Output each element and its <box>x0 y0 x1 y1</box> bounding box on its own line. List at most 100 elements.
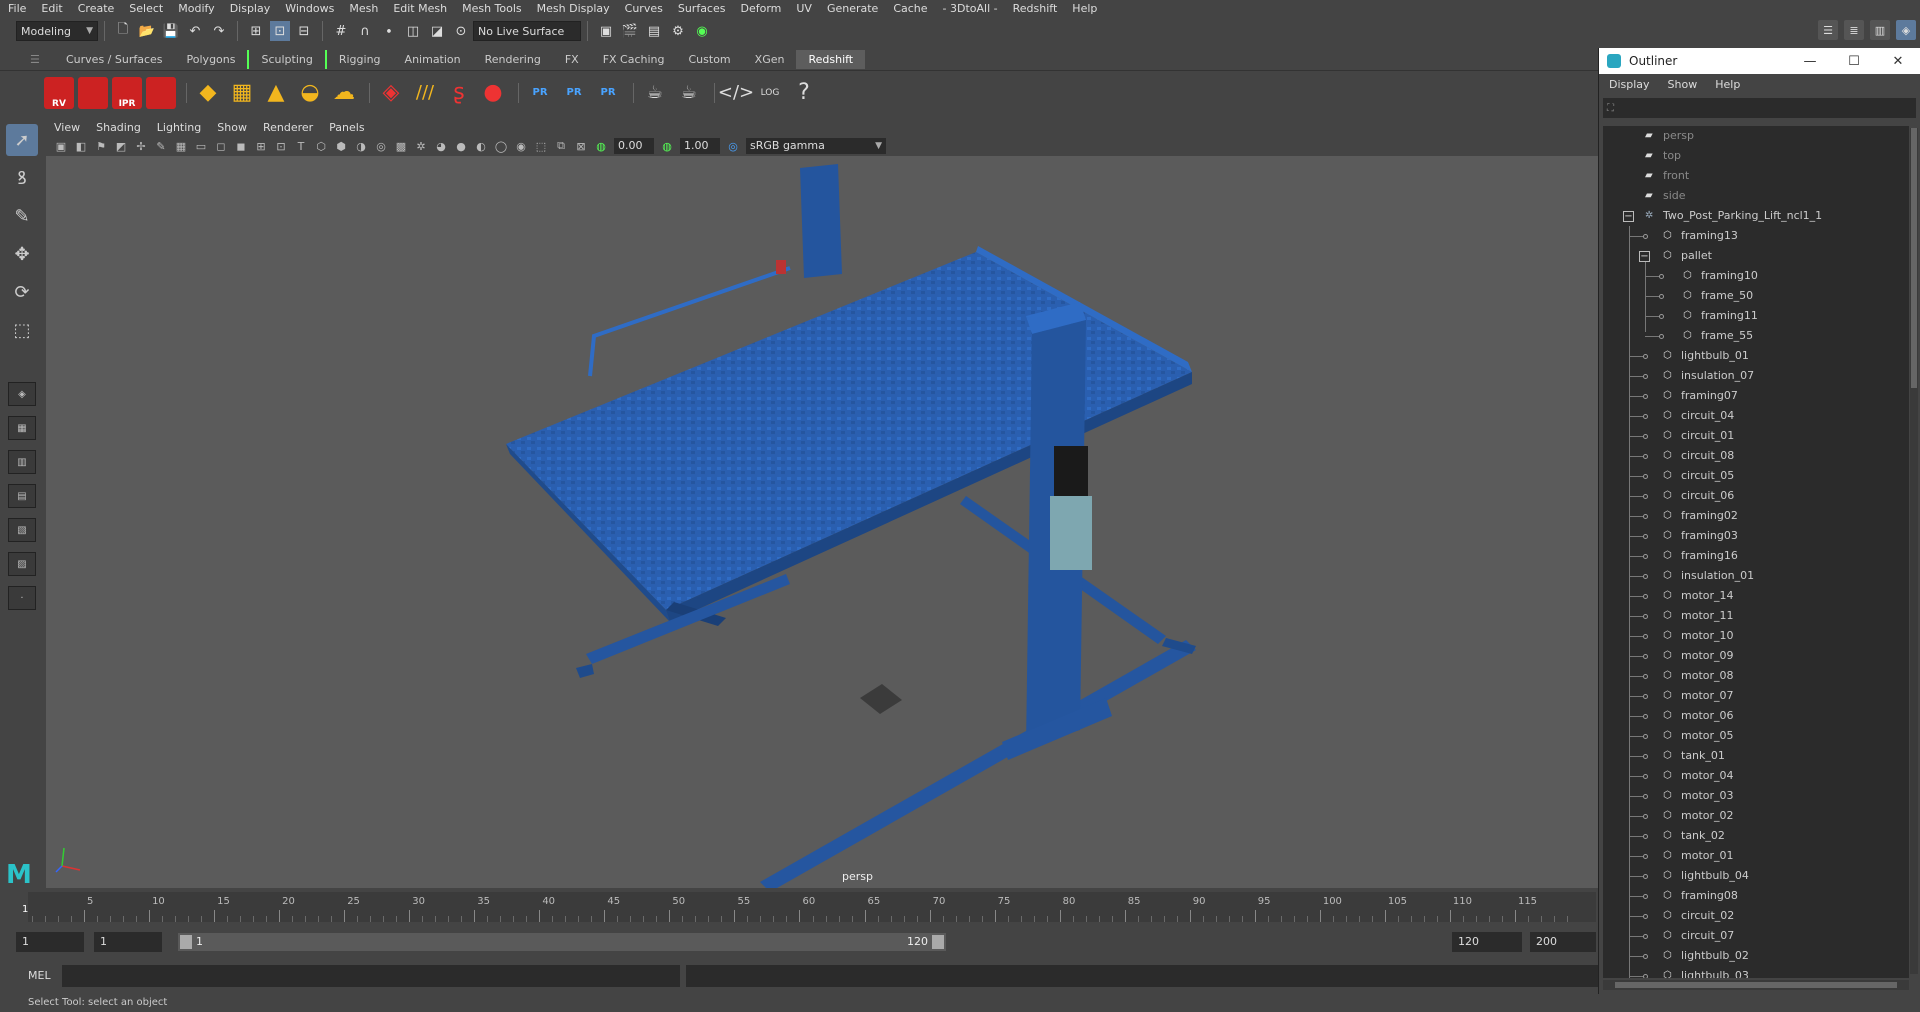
outliner-item-framing10[interactable]: ⬡ framing10 <box>1603 266 1909 286</box>
menu-modify[interactable]: Modify <box>178 2 214 15</box>
render-settings-icon[interactable]: ⚙ <box>668 21 688 41</box>
save-scene-icon[interactable]: 💾 <box>161 21 181 41</box>
persp-graph-icon[interactable]: ▨ <box>8 552 36 576</box>
xray-icon[interactable]: ◎ <box>374 139 388 153</box>
lights-icon[interactable]: ✲ <box>414 139 428 153</box>
menu-uv[interactable]: UV <box>796 2 812 15</box>
pr-export-icon[interactable]: PR <box>559 77 589 109</box>
menu-generate[interactable]: Generate <box>827 2 878 15</box>
scroll-thumb[interactable] <box>1615 982 1897 988</box>
pr-import-icon[interactable]: PR <box>525 77 555 109</box>
single-pane-icon[interactable]: ◈ <box>8 382 36 406</box>
menu-3dtoall[interactable]: - 3DtoAll - <box>943 2 998 15</box>
grid-icon[interactable]: ▦ <box>174 139 188 153</box>
rs-render-view-icon[interactable]: RV <box>44 76 74 109</box>
two-pane-stacked-icon[interactable]: ▤ <box>8 484 36 508</box>
snap-grid-icon[interactable]: # <box>331 21 351 41</box>
four-pane-icon[interactable]: ▦ <box>8 416 36 440</box>
outliner-item-circuit_02[interactable]: ⬡ circuit_02 <box>1603 906 1909 926</box>
depth-of-field-icon[interactable]: ◉ <box>514 139 528 153</box>
film-gate-icon[interactable]: ▭ <box>194 139 208 153</box>
field-chart-icon[interactable]: ⊞ <box>254 139 268 153</box>
menu-file[interactable]: File <box>8 2 26 15</box>
rs-volume-icon[interactable]: ʂ <box>444 77 474 109</box>
outliner-item-framing13[interactable]: ⬡ framing13 <box>1603 226 1909 246</box>
snap-curve-icon[interactable]: ∩ <box>355 21 375 41</box>
rs-sun-light-icon[interactable]: ☁ <box>329 77 359 109</box>
rs-area-light-icon[interactable]: ◆ <box>193 77 223 109</box>
rs-sphere-icon[interactable]: ● <box>478 77 508 109</box>
image-plane-icon[interactable]: ◩ <box>114 139 128 153</box>
outliner-menu-help[interactable]: Help <box>1715 78 1740 91</box>
outliner-item-framing08[interactable]: ⬡ framing08 <box>1603 886 1909 906</box>
snap-live-icon[interactable]: ⊙ <box>451 21 471 41</box>
tab-rigging[interactable]: Rigging <box>324 50 393 69</box>
teapot-icon[interactable]: ☕ <box>640 77 670 109</box>
viewport-menu-view[interactable]: View <box>54 121 80 134</box>
rs-portal-light-icon[interactable]: ▦ <box>227 77 257 109</box>
select-tool-icon[interactable]: ➚ <box>6 124 38 156</box>
viewport-menu-lighting[interactable]: Lighting <box>157 121 201 134</box>
outliner-item-motor_01[interactable]: ⬡ motor_01 <box>1603 846 1909 866</box>
outliner-item-motor_08[interactable]: ⬡ motor_08 <box>1603 666 1909 686</box>
scale-tool-icon[interactable]: ⬚ <box>6 314 38 346</box>
gate-mask-icon[interactable]: ◼ <box>234 139 248 153</box>
color-management-icon[interactable]: ◎ <box>726 139 740 153</box>
open-scene-icon[interactable]: 📂 <box>137 21 157 41</box>
isolate-select-icon[interactable]: ⬚ <box>534 139 548 153</box>
color-space-dropdown[interactable]: sRGB gamma ▼ <box>746 138 886 154</box>
outliner-item-lightbulb_01[interactable]: ⬡ lightbulb_01 <box>1603 346 1909 366</box>
outliner-camera-side[interactable]: ▰ side <box>1603 186 1909 206</box>
outliner-item-frame_50[interactable]: ⬡ frame_50 <box>1603 286 1909 306</box>
undo-icon[interactable]: ↶ <box>185 21 205 41</box>
animation-end-field[interactable]: 200 <box>1530 932 1596 952</box>
outliner-group-pallet[interactable]: − ⬡ pallet <box>1603 246 1909 266</box>
menu-cache[interactable]: Cache <box>893 2 927 15</box>
gamma-field[interactable]: 1.00 <box>680 138 720 154</box>
menu-surfaces[interactable]: Surfaces <box>678 2 726 15</box>
menu-deform[interactable]: Deform <box>740 2 781 15</box>
outliner-item-motor_10[interactable]: ⬡ motor_10 <box>1603 626 1909 646</box>
outliner-camera-top[interactable]: ▰ top <box>1603 146 1909 166</box>
wireframe-on-shaded-icon[interactable]: ◑ <box>354 139 368 153</box>
outliner-item-motor_09[interactable]: ⬡ motor_09 <box>1603 646 1909 666</box>
menu-curves[interactable]: Curves <box>625 2 663 15</box>
menu-windows[interactable]: Windows <box>285 2 334 15</box>
outliner-root-group[interactable]: − ✲ Two_Post_Parking_Lift_ncl1_1 <box>1603 206 1909 226</box>
outliner-item-circuit_01[interactable]: ⬡ circuit_01 <box>1603 426 1909 446</box>
move-tool-icon[interactable]: ✥ <box>6 238 38 270</box>
outliner-item-framing11[interactable]: ⬡ framing11 <box>1603 306 1909 326</box>
outliner-item-framing16[interactable]: ⬡ framing16 <box>1603 546 1909 566</box>
grip-icon[interactable]: ☰ <box>18 50 42 69</box>
tab-xgen[interactable]: XGen <box>743 50 797 69</box>
render-view-icon[interactable]: ▣ <box>596 21 616 41</box>
outliner-item-motor_02[interactable]: ⬡ motor_02 <box>1603 806 1909 826</box>
mel-label[interactable]: MEL <box>28 969 51 982</box>
two-pane-side-icon[interactable]: ▥ <box>8 450 36 474</box>
textured-icon[interactable]: ▩ <box>394 139 408 153</box>
tab-redshift[interactable]: Redshift <box>796 50 866 69</box>
menu-create[interactable]: Create <box>78 2 115 15</box>
menu-edit-mesh[interactable]: Edit Mesh <box>393 2 447 15</box>
channel-box-icon[interactable]: ≣ <box>1844 20 1864 40</box>
outliner-item-circuit_07[interactable]: ⬡ circuit_07 <box>1603 926 1909 946</box>
outliner-item-motor_05[interactable]: ⬡ motor_05 <box>1603 726 1909 746</box>
shadows-icon[interactable]: ◕ <box>434 139 448 153</box>
range-start-handle[interactable] <box>180 935 192 949</box>
viewport-menu-panels[interactable]: Panels <box>329 121 364 134</box>
outliner-item-circuit_06[interactable]: ⬡ circuit_06 <box>1603 486 1909 506</box>
outliner-item-tank_02[interactable]: ⬡ tank_02 <box>1603 826 1909 846</box>
redo-icon[interactable]: ↷ <box>209 21 229 41</box>
rs-ies-light-icon[interactable]: ▲ <box>261 77 291 109</box>
outliner-persp-icon[interactable]: ▧ <box>8 518 36 542</box>
outliner-item-insulation_01[interactable]: ⬡ insulation_01 <box>1603 566 1909 586</box>
outliner-item-circuit_04[interactable]: ⬡ circuit_04 <box>1603 406 1909 426</box>
outliner-item-framing02[interactable]: ⬡ framing02 <box>1603 506 1909 526</box>
playback-end-field[interactable]: 120 <box>1452 932 1522 952</box>
command-input[interactable] <box>62 965 680 987</box>
safe-title-icon[interactable]: T <box>294 139 308 153</box>
tab-rendering[interactable]: Rendering <box>473 50 553 69</box>
menu-mesh[interactable]: Mesh <box>349 2 378 15</box>
outliner-item-motor_04[interactable]: ⬡ motor_04 <box>1603 766 1909 786</box>
collapse-icon[interactable]: − <box>1623 211 1634 222</box>
